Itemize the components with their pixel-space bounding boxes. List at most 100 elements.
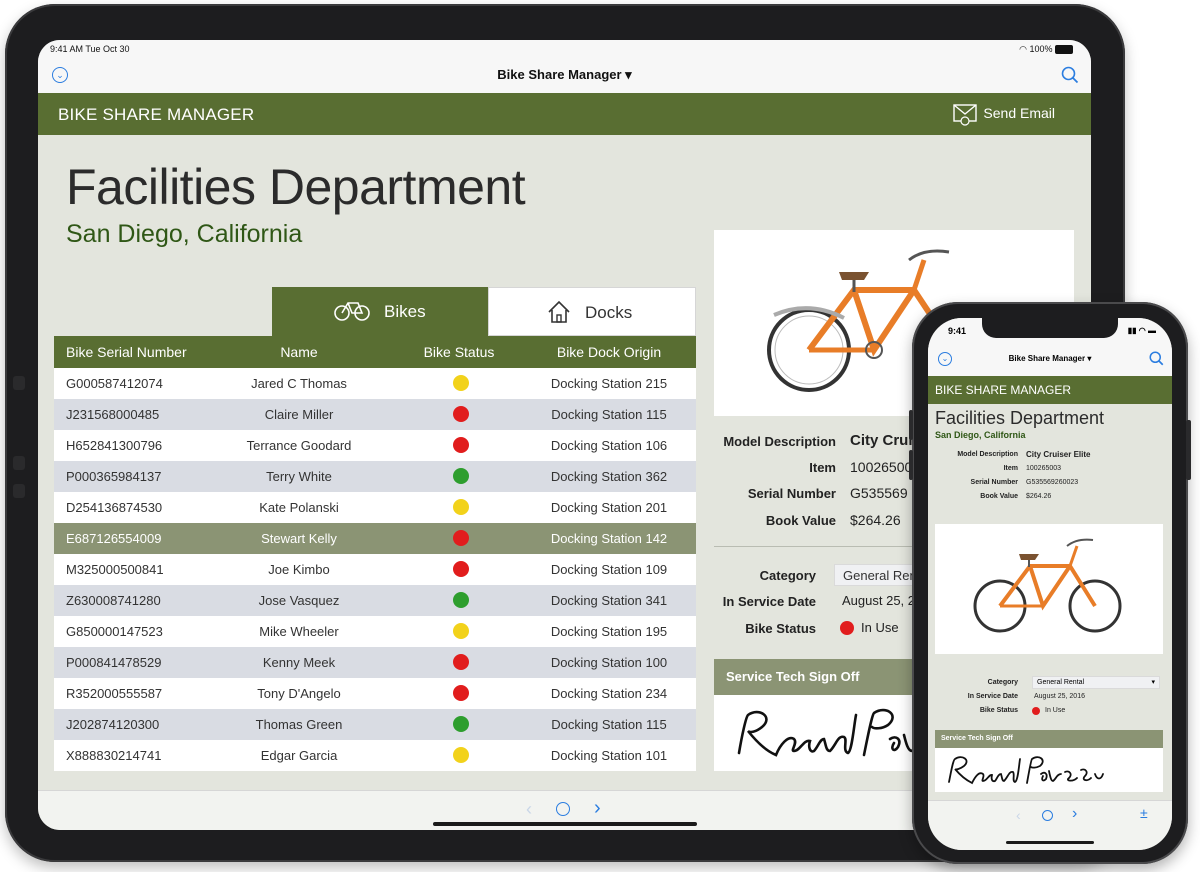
home-indicator (433, 822, 697, 826)
battery-percent: 100% (1029, 44, 1053, 54)
table-row[interactable]: Z630008741280 Jose Vasquez Docking Station… (54, 585, 696, 616)
column-header[interactable]: Name (214, 344, 384, 360)
tech-signoff-label: Service Tech Sign Off (726, 669, 860, 684)
item-label: Item (809, 460, 836, 475)
notch (982, 318, 1118, 338)
nav-title[interactable]: Bike Share Manager ▾ (38, 67, 1091, 83)
status-dot (453, 561, 469, 580)
bike-photo (935, 524, 1163, 654)
name-cell: Thomas Green (255, 717, 343, 732)
back-chevron-icon[interactable]: ‹ (526, 799, 532, 820)
app-header: BIKE SHARE MANAGER (928, 376, 1172, 404)
table-row[interactable]: D254136874530 Kate Polanski Docking Statio… (54, 492, 696, 523)
forward-chevron-icon[interactable]: › (594, 797, 601, 820)
table-header: Bike Serial Number Name Bike Status Bike… (54, 336, 696, 368)
forward-chevron-icon[interactable]: › (1072, 805, 1077, 823)
column-header[interactable]: Bike Dock Origin (524, 344, 694, 360)
serial-cell: X888830214741 (66, 748, 162, 763)
house-icon (548, 300, 570, 323)
bicycle-image (973, 538, 1122, 633)
table-row[interactable]: G000587412074 Jared C Thomas Docking Stati… (54, 368, 696, 399)
table-row[interactable]: G850000147523 Mike Wheeler Docking Station… (54, 616, 696, 647)
name-cell: Kate Polanski (259, 500, 339, 515)
tab-docks[interactable]: Docks (488, 287, 696, 336)
serial-value: G535569260023 (1026, 479, 1079, 486)
dock-cell: Docking Station 106 (550, 438, 668, 453)
status-dot (453, 530, 469, 549)
dock-cell: Docking Station 362 (550, 469, 668, 484)
book-value-label: Book Value (980, 493, 1018, 500)
page-subtitle: San Diego, California (935, 430, 1026, 440)
status-dot (453, 375, 469, 394)
service-date-value[interactable]: August 25, 2016 (1034, 693, 1085, 700)
table-row[interactable]: J202874120300 Thomas Green Docking Station… (54, 709, 696, 740)
name-cell: Joe Kimbo (268, 562, 330, 577)
category-select[interactable]: General Rental ▾ (1032, 676, 1160, 689)
search-icon[interactable] (1149, 351, 1164, 366)
serial-label: Serial Number (970, 479, 1018, 486)
signature-area[interactable] (935, 748, 1163, 792)
model-label: Model Description (723, 434, 836, 449)
status-dot (453, 592, 469, 611)
dock-cell: Docking Station 115 (551, 717, 667, 732)
status-dot (453, 437, 469, 456)
name-cell: Jared C Thomas (251, 376, 347, 391)
status-dot (453, 468, 469, 487)
serial-cell: J231568000485 (66, 407, 160, 422)
iphone-side-button (909, 410, 913, 440)
category-label: Category (987, 679, 1018, 686)
table-row[interactable]: R352000555587 Tony D'Angelo Docking Statio… (54, 678, 696, 709)
status-dot (453, 654, 469, 673)
bike-status-value[interactable]: In Use (861, 620, 899, 635)
dock-cell: Docking Station 201 (550, 500, 668, 515)
table-row[interactable]: P000365984137 Terry White Docking Station … (54, 461, 696, 492)
item-value: 100265003 (1026, 465, 1062, 472)
status-time: 9:41 (948, 326, 967, 336)
service-date-value[interactable]: August 25, 2 (842, 593, 915, 608)
circle-icon[interactable] (1042, 810, 1053, 821)
navigation-bar: ⌄ Bike Share Manager ▾ (928, 342, 1172, 376)
tab-bikes[interactable]: Bikes (272, 287, 488, 336)
signature-image (948, 756, 1104, 785)
dock-cell: Docking Station 115 (551, 407, 667, 422)
page-subtitle: San Diego, California (66, 220, 303, 248)
table-row[interactable]: M325000500841 Joe Kimbo Docking Station 10… (54, 554, 696, 585)
search-icon[interactable] (1061, 66, 1079, 84)
tab-docks-label: Docks (585, 303, 633, 322)
status-dot (1032, 707, 1040, 715)
dock-cell: Docking Station 234 (550, 686, 668, 701)
bike-status-value[interactable]: In Use (1045, 707, 1065, 714)
nav-title[interactable]: Bike Share Manager ▾ (928, 354, 1172, 363)
column-header[interactable]: Bike Status (394, 344, 524, 360)
name-cell: Edgar Garcia (260, 748, 338, 763)
app-name: BIKE SHARE MANAGER (58, 105, 255, 124)
table-row[interactable]: J231568000485 Claire Miller Docking Statio… (54, 399, 696, 430)
bike-status-label: Bike Status (745, 621, 816, 636)
back-chevron-icon[interactable]: ‹ (1016, 807, 1021, 823)
status-battery: ◠ 100% (1019, 44, 1073, 55)
table-row[interactable]: E687126554009 Stewart Kelly Docking Statio… (54, 523, 696, 554)
table-row[interactable]: X888830214741 Edgar Garcia Docking Station… (54, 740, 696, 771)
category-label: Category (759, 568, 816, 583)
dock-cell: Docking Station 341 (550, 593, 668, 608)
table-row[interactable]: P000841478529 Kenny Meek Docking Station 1… (54, 647, 696, 678)
ipad-side-button (13, 484, 25, 498)
signal-icon: ▮▮ ◠ ▬ (1127, 326, 1156, 335)
bicycle-icon (334, 302, 370, 321)
column-header[interactable]: Bike Serial Number (66, 344, 187, 360)
dropdown-arrow-icon: ▾ (1151, 679, 1155, 686)
bike-status-label: Bike Status (979, 707, 1018, 714)
serial-cell: P000365984137 (66, 469, 162, 484)
book-value-label: Book Value (765, 513, 836, 528)
table-row[interactable]: H652841300796 Terrance Goodard Docking Sta… (54, 430, 696, 461)
serial-cell: H652841300796 (66, 438, 163, 453)
serial-cell: D254136874530 (66, 500, 163, 515)
send-email-button[interactable]: Send Email (983, 105, 1055, 121)
model-value: City Cruiser Elite (1026, 450, 1091, 459)
status-dot (453, 406, 469, 425)
circle-icon[interactable] (556, 802, 570, 816)
dock-cell: Docking Station 215 (550, 376, 668, 391)
add-icon[interactable]: ± (1140, 805, 1148, 821)
envelope-icon[interactable] (953, 102, 979, 126)
serial-cell: G850000147523 (66, 624, 163, 639)
